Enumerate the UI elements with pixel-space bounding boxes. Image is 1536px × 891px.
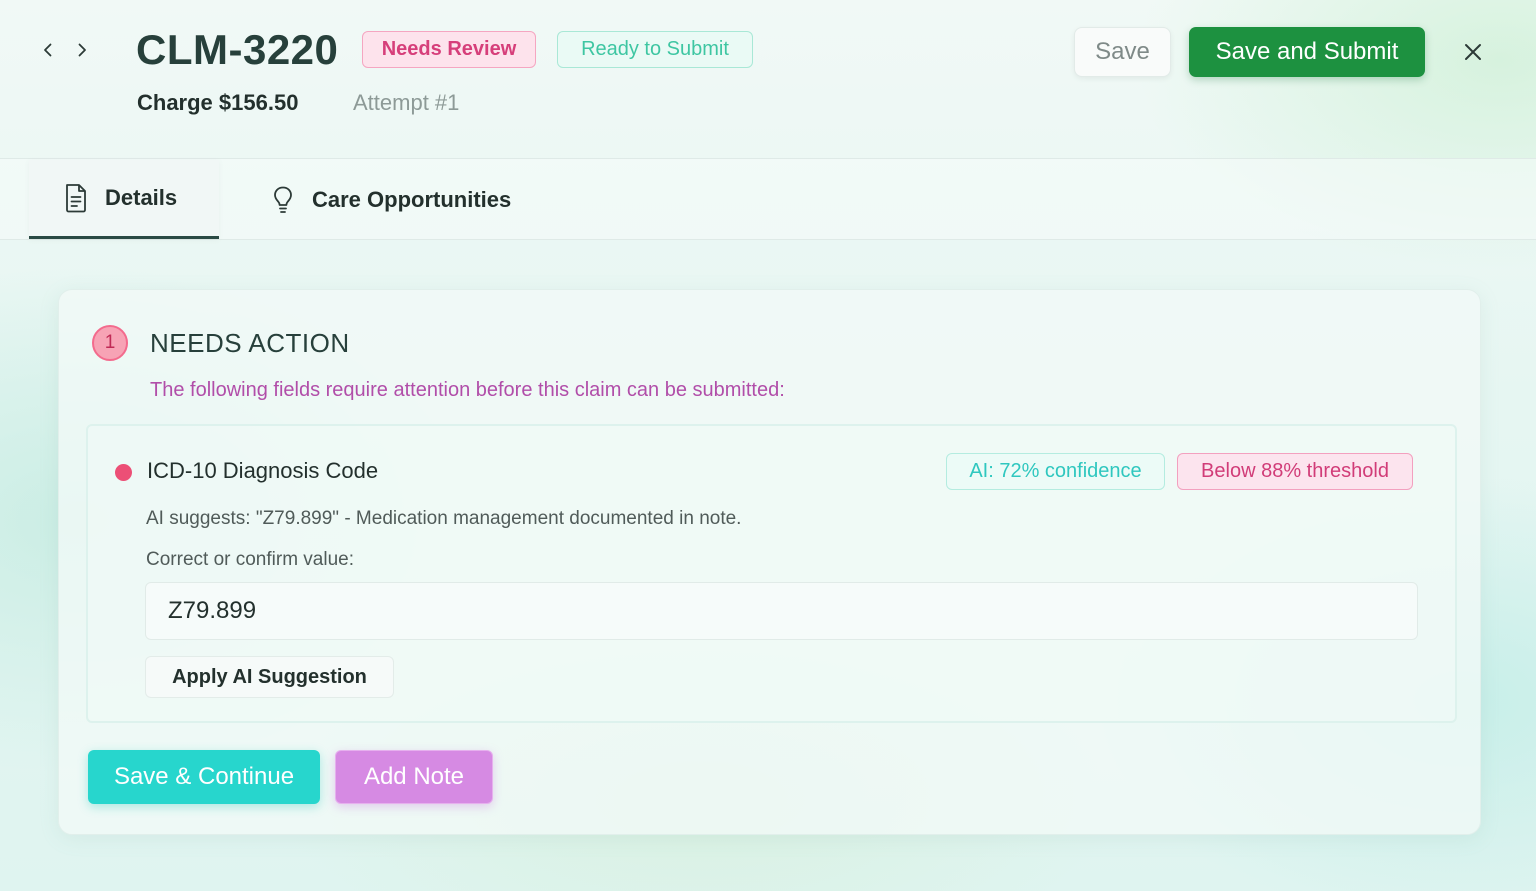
apply-ai-suggestion-button[interactable]: Apply AI Suggestion xyxy=(145,656,394,698)
save-button[interactable]: Save xyxy=(1074,27,1171,77)
document-icon xyxy=(63,183,89,213)
tab-details-label: Details xyxy=(105,185,178,210)
close-icon xyxy=(1465,44,1481,60)
previous-claim-button[interactable] xyxy=(34,36,62,64)
claim-id-title: CLM-3220 xyxy=(136,26,339,73)
close-button[interactable] xyxy=(1459,38,1487,66)
needs-action-card: 1 NEEDS ACTION The following fields requ… xyxy=(58,289,1481,835)
ai-suggestion-text: AI suggests: "Z79.899" - Medication mana… xyxy=(146,508,742,529)
needs-action-description: The following fields require attention b… xyxy=(150,379,785,401)
attempt-number: Attempt #1 xyxy=(353,90,460,115)
field-label: ICD-10 Diagnosis Code xyxy=(147,458,379,483)
tab-bar: Details Care Opportunities xyxy=(0,158,1536,240)
confirm-value-label: Correct or confirm value: xyxy=(146,549,355,570)
needs-action-title: NEEDS ACTION xyxy=(150,328,350,358)
step-number-badge: 1 xyxy=(92,325,128,361)
threshold-badge: Below 88% threshold xyxy=(1177,453,1413,490)
save-and-continue-button[interactable]: Save & Continue xyxy=(88,750,320,804)
tab-care-opportunities-label: Care Opportunities xyxy=(312,186,512,212)
save-and-submit-button[interactable]: Save and Submit xyxy=(1189,27,1425,77)
ready-to-submit-badge: Ready to Submit xyxy=(557,31,753,68)
tab-care-opportunities[interactable]: Care Opportunities xyxy=(270,160,530,239)
claim-header: CLM-3220 Needs Review Ready to Submit Ch… xyxy=(0,0,1536,158)
add-note-button[interactable]: Add Note xyxy=(335,750,493,804)
chevron-left-icon xyxy=(44,43,52,57)
alert-dot-icon xyxy=(115,464,132,481)
lightbulb-icon xyxy=(270,185,296,215)
tab-details[interactable]: Details xyxy=(29,160,219,239)
charge-amount: Charge $156.50 xyxy=(137,90,299,115)
field-review-panel: ICD-10 Diagnosis Code AI: 72% confidence… xyxy=(86,424,1457,723)
diagnosis-code-input[interactable] xyxy=(145,582,1418,640)
ai-confidence-badge: AI: 72% confidence xyxy=(946,453,1165,490)
needs-review-badge: Needs Review xyxy=(362,31,536,68)
next-claim-button[interactable] xyxy=(68,36,96,64)
chevron-right-icon xyxy=(78,43,86,57)
